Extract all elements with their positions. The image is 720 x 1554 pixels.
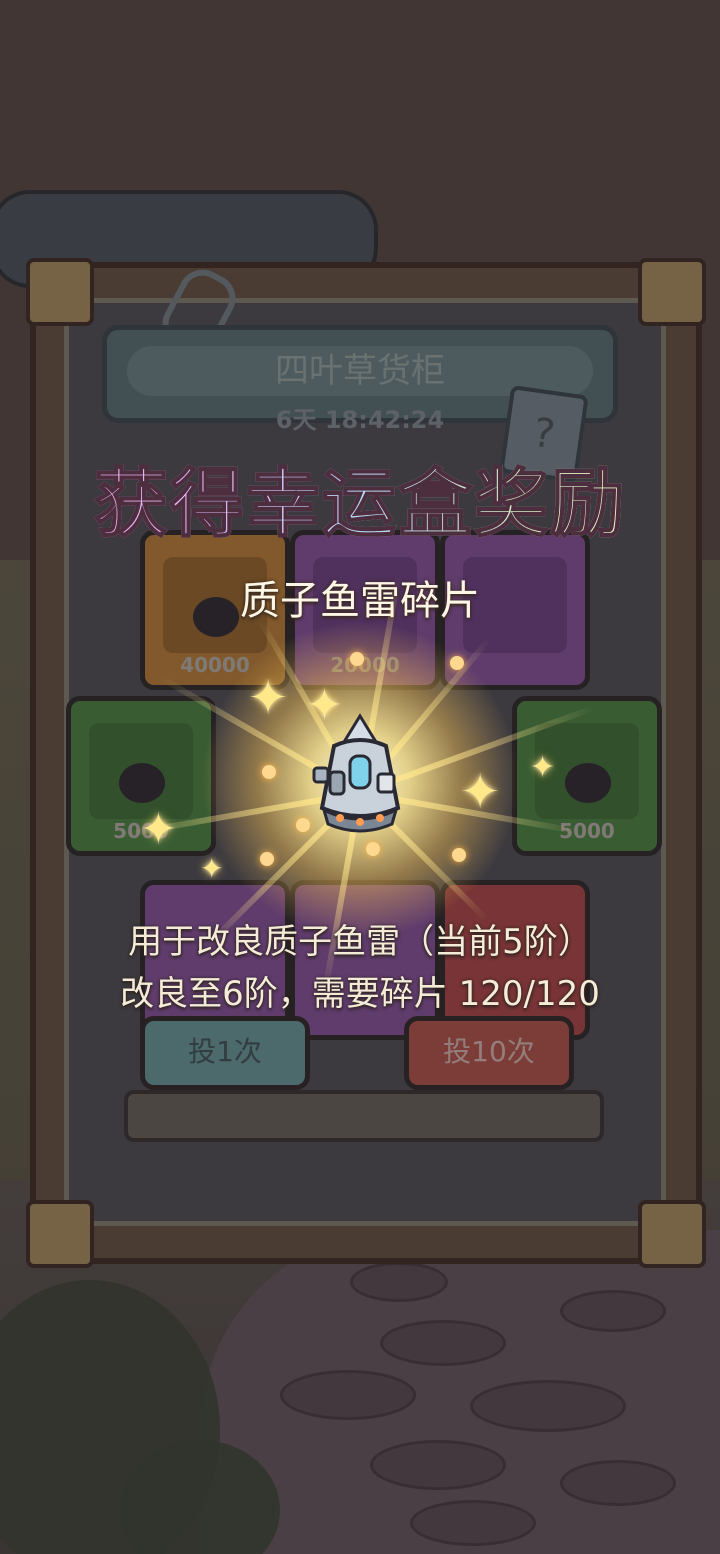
spark-dot [262, 765, 276, 779]
sparkle-star-icon: ✦ [460, 764, 501, 820]
reward-description-line2: 改良至6阶，需要碎片 120/120 [120, 974, 600, 1014]
sparkle-star-icon: ✦ [248, 670, 289, 726]
spark-dot [366, 842, 380, 856]
spark-dot [450, 656, 464, 670]
reward-item-name: 质子鱼雷碎片 [240, 578, 480, 624]
spark-dot [452, 848, 466, 862]
sparkle-star-icon: ✦ [140, 804, 177, 855]
reward-description-line1: 用于改良质子鱼雷（当前5阶） [128, 922, 592, 962]
spark-dot [260, 852, 274, 866]
reward-title: 获得幸运盒奖励 [0, 444, 720, 551]
sparkle-star-icon: ✦ [200, 852, 224, 885]
torpedo-capsule-icon [312, 713, 401, 833]
spark-dot [350, 652, 364, 666]
sparkle-star-icon: ✦ [530, 750, 556, 785]
